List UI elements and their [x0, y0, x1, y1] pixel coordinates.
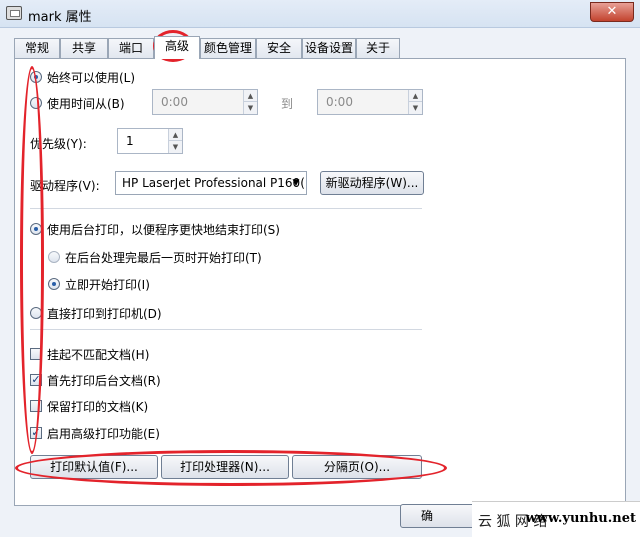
divider: [30, 329, 422, 330]
keep-printed-label: 保留打印的文档(K): [47, 400, 149, 414]
divider: [30, 208, 422, 209]
chevron-down-icon: ▼: [292, 178, 300, 188]
spool-radio[interactable]: [30, 223, 42, 235]
dialog-body: 常规 共享 端口 高级 颜色管理 安全 设备设置 关于 始终可以使用(L) 使用…: [0, 28, 640, 537]
priority-value: 1: [126, 134, 134, 148]
spool-label: 使用后台打印，以便程序更快地结束打印(S): [47, 223, 280, 237]
driver-value: HP LaserJet Professional P160(: [122, 176, 305, 190]
down-arrow-icon[interactable]: ▼: [409, 102, 422, 114]
always-available-radio[interactable]: [30, 71, 42, 83]
tab-general[interactable]: 常规: [14, 38, 60, 58]
start-after-last-page-radio[interactable]: [48, 251, 60, 263]
to-time-value: 0:00: [326, 95, 353, 109]
available-from-radio[interactable]: [30, 97, 42, 109]
driver-label: 驱动程序(V):: [30, 179, 100, 193]
to-time-input[interactable]: 0:00 ▲ ▼: [317, 89, 423, 115]
driver-select[interactable]: HP LaserJet Professional P160( ▼: [115, 171, 307, 195]
print-processor-button[interactable]: 打印处理器(N)...: [161, 455, 289, 479]
title-bar: mark 属性 ✕: [0, 0, 640, 28]
print-direct-radio[interactable]: [30, 307, 42, 319]
printing-defaults-button[interactable]: 打印默认值(F)...: [30, 455, 158, 479]
start-immediately-label: 立即开始打印(I): [65, 278, 150, 292]
priority-label: 优先级(Y):: [30, 137, 87, 151]
tab-about[interactable]: 关于: [356, 38, 400, 58]
watermark-url: www.yunhu.net: [525, 511, 636, 526]
tab-advanced[interactable]: 高级: [154, 36, 200, 59]
up-arrow-icon[interactable]: ▲: [244, 90, 257, 102]
separator-page-button[interactable]: 分隔页(O)...: [292, 455, 422, 479]
hold-mismatched-label: 挂起不匹配文档(H): [47, 348, 150, 362]
advanced-panel: 始终可以使用(L) 使用时间从(B) 0:00 ▲ ▼ 到 0:00 ▲ ▼ 优先级…: [14, 58, 626, 506]
print-direct-label: 直接打印到打印机(D): [47, 307, 162, 321]
tab-device-settings[interactable]: 设备设置: [302, 38, 356, 58]
available-from-label: 使用时间从(B): [47, 97, 125, 111]
window-title: mark 属性: [28, 10, 92, 25]
up-arrow-icon[interactable]: ▲: [169, 129, 182, 141]
priority-input[interactable]: 1 ▲ ▼: [117, 128, 183, 154]
print-spooled-first-label: 首先打印后台文档(R): [47, 374, 161, 388]
to-label: 到: [281, 97, 294, 111]
print-spooled-first-checkbox[interactable]: ✓: [30, 374, 42, 386]
advanced-features-label: 启用高级打印功能(E): [47, 427, 160, 441]
close-button[interactable]: ✕: [590, 2, 634, 22]
ok-button[interactable]: 确: [400, 504, 480, 528]
printer-icon: [6, 6, 22, 20]
always-available-label: 始终可以使用(L): [47, 71, 136, 85]
tab-security[interactable]: 安全: [256, 38, 302, 58]
start-after-last-page-label: 在后台处理完最后一页时开始打印(T): [65, 251, 262, 265]
tab-color-management[interactable]: 颜色管理: [200, 38, 256, 58]
new-driver-button[interactable]: 新驱动程序(W)...: [320, 171, 424, 195]
from-time-value: 0:00: [161, 95, 188, 109]
tab-sharing[interactable]: 共享: [60, 38, 108, 58]
hold-mismatched-checkbox[interactable]: [30, 348, 42, 360]
tab-ports[interactable]: 端口: [108, 38, 154, 58]
down-arrow-icon[interactable]: ▼: [244, 102, 257, 114]
watermark: 云 狐 网 络 www.yunhu.net: [472, 501, 640, 537]
from-time-input[interactable]: 0:00 ▲ ▼: [152, 89, 258, 115]
up-arrow-icon[interactable]: ▲: [409, 90, 422, 102]
start-immediately-radio[interactable]: [48, 278, 60, 290]
down-arrow-icon[interactable]: ▼: [169, 141, 182, 153]
keep-printed-checkbox[interactable]: [30, 400, 42, 412]
advanced-features-checkbox[interactable]: ✓: [30, 427, 42, 439]
